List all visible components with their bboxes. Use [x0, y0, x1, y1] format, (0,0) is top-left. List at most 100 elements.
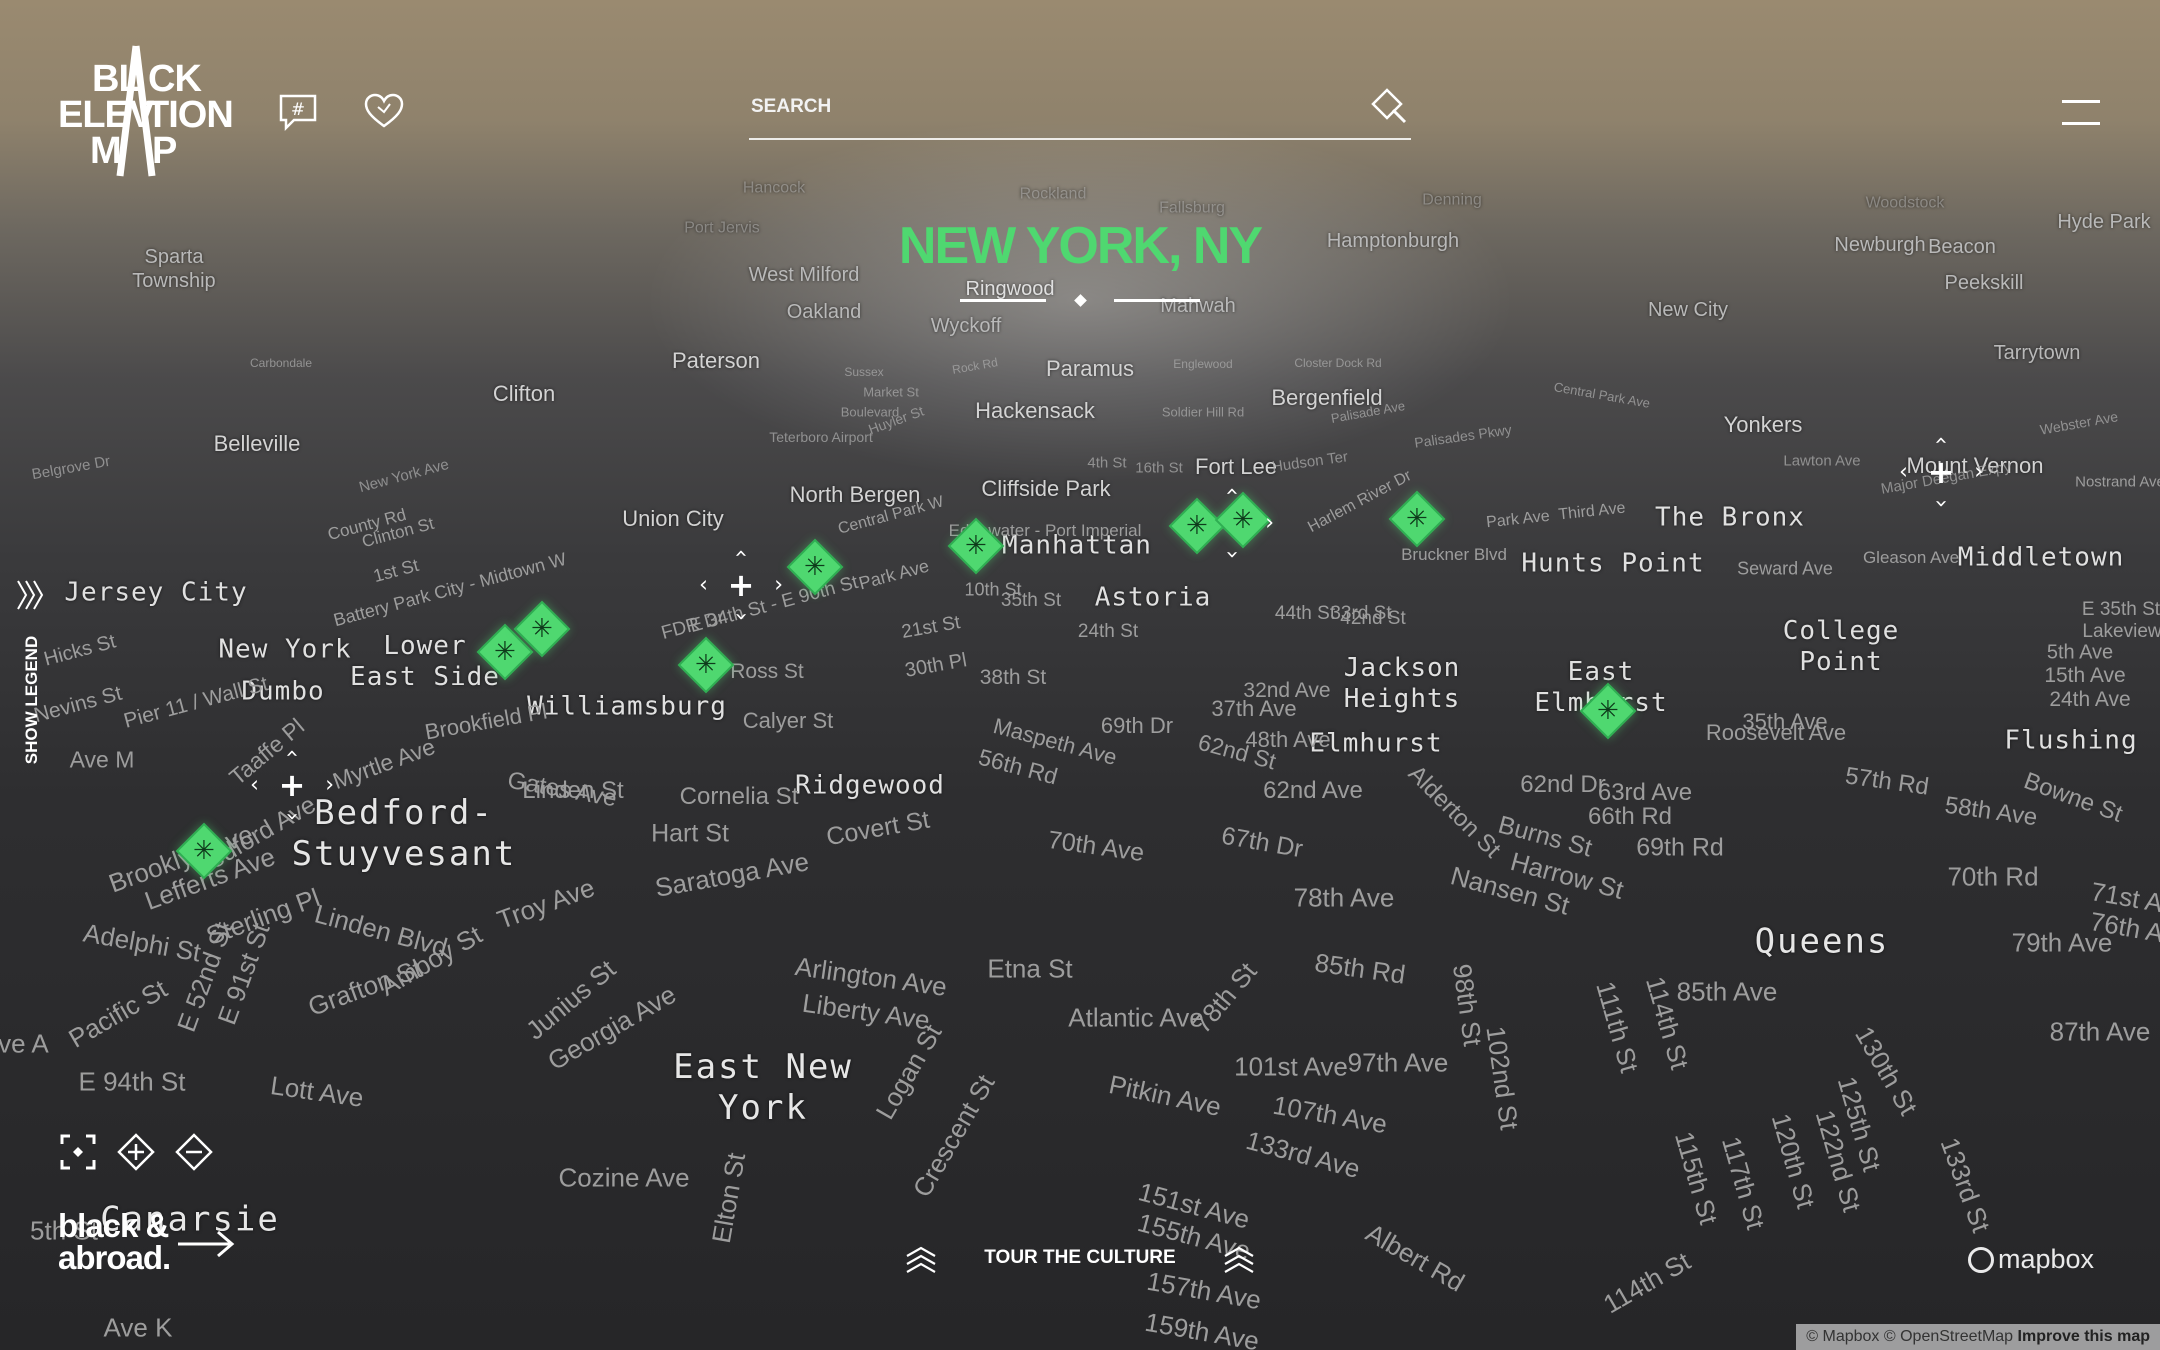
recenter-button[interactable] [58, 1132, 98, 1172]
mapbox-logo[interactable]: mapbox [1968, 1244, 2094, 1275]
street-label: Bruckner Blvd [1401, 545, 1507, 564]
chevron-up-icon[interactable]: › [729, 549, 754, 558]
street-label: 69th Dr [1100, 713, 1174, 738]
brand-line: abroad. [58, 1239, 171, 1276]
place-label: Rockland [1019, 185, 1087, 203]
street-label: Hart St [651, 819, 729, 848]
place-label: Paramus [1045, 355, 1135, 381]
place-label: Hancock [742, 179, 806, 197]
cluster-pan-control[interactable]: › › › › + [1899, 432, 1983, 512]
street-label: 78th Ave [1293, 882, 1395, 913]
hamburger-line [2062, 100, 2100, 103]
street-label: Ave K [103, 1312, 173, 1343]
mapbox-copyright-link[interactable]: © Mapbox [1806, 1328, 1879, 1345]
show-legend-toggle[interactable]: SHOW LEGEND [14, 575, 50, 775]
plus-icon[interactable]: + [279, 766, 306, 804]
favorites-button[interactable] [364, 92, 404, 132]
street-label: 62nd Dr [1520, 771, 1606, 798]
plus-icon[interactable]: + [728, 566, 755, 604]
hashtag-chat-button[interactable]: # [278, 92, 318, 132]
place-label: Wyckoff [930, 315, 1002, 337]
place-label: Beacon [1928, 236, 1996, 258]
search-bar[interactable] [749, 80, 1411, 140]
street-label: 38th St [979, 666, 1047, 689]
street-label: 4th St [1087, 454, 1127, 472]
street-label: E 94th St [78, 1066, 186, 1097]
street-label: 42nd St [1340, 608, 1406, 629]
recenter-icon [60, 1134, 96, 1170]
search-button[interactable] [1367, 86, 1407, 126]
chevron-left-icon[interactable]: › [250, 773, 259, 798]
black-and-abroad-logo[interactable]: black & abroad. [58, 1209, 235, 1276]
street-label: Lawton Ave [1783, 452, 1861, 470]
place-label: Lower East SideLowerEast Side [350, 630, 500, 692]
place-label: Middletown [1957, 542, 2125, 573]
heart-icon [364, 93, 404, 128]
street-label: 16th St [1135, 459, 1183, 477]
city-title: NEW YORK, NY [898, 217, 1263, 275]
street-label: Closter Dock Rd [1294, 356, 1382, 370]
street-label: 24th St [1077, 621, 1139, 642]
black-elevation-map-logo[interactable]: BL CK ELEV TION M P [56, 44, 234, 184]
street-label: Sussex [844, 365, 884, 379]
place-label: Fort Lee [1195, 453, 1277, 479]
tour-next-button[interactable] [1222, 1244, 1256, 1274]
place-label: Hunts Point [1521, 548, 1705, 579]
chevron-down-icon[interactable]: › [1220, 550, 1245, 559]
street-label: Teterboro Airport [769, 429, 873, 445]
zoom-in-button[interactable] [116, 1132, 156, 1172]
search-input[interactable] [749, 86, 1353, 128]
menu-button[interactable] [2062, 98, 2102, 128]
tour-prev-button[interactable] [904, 1244, 938, 1274]
street-label: Cornelia St [679, 783, 799, 810]
chevron-up-icon[interactable]: › [1220, 487, 1245, 496]
triple-chevron-right-icon [17, 580, 44, 610]
street-label: 66th Rd [1587, 803, 1673, 830]
chevron-right-icon[interactable]: › [1265, 511, 1274, 536]
chevron-down-icon[interactable]: › [729, 612, 754, 621]
chevron-right-icon[interactable]: › [1974, 460, 1983, 485]
street-label: Market St [863, 384, 919, 400]
improve-map-link[interactable]: Improve this map [2018, 1328, 2150, 1345]
place-label: Yonkers [1723, 411, 1803, 437]
chevron-up-icon[interactable]: › [280, 749, 305, 758]
place-label: Peekskill [1944, 272, 2024, 294]
street-label: 15th Ave [2044, 664, 2126, 687]
chevron-down-icon[interactable]: › [1929, 499, 1954, 508]
chevron-left-icon[interactable]: › [1899, 460, 1908, 485]
zoom-out-button[interactable] [174, 1132, 214, 1172]
divider-line [1114, 299, 1200, 302]
street-label: Lakeview [2082, 621, 2160, 642]
logo-word: P [152, 130, 177, 172]
triple-chevron-up-icon [906, 1246, 936, 1273]
osm-copyright-link[interactable]: © OpenStreetMap [1884, 1328, 2013, 1345]
street-label: E 35th St [2081, 599, 2160, 620]
street-label: 85th Ave [1676, 976, 1778, 1007]
place-label: Jackson HeightsJacksonHeights [1343, 652, 1461, 714]
place-label: Ridgewood [795, 770, 945, 801]
street-label: 87th Ave [2049, 1016, 2151, 1047]
place-label: Sparta TownshipSpartaTownship [132, 246, 216, 292]
place-label: Hamptonburgh [1326, 230, 1460, 252]
chevron-left-icon[interactable]: › [699, 573, 708, 598]
chevron-up-icon[interactable]: › [1929, 436, 1954, 445]
chevron-right-icon[interactable]: › [325, 773, 334, 798]
street-label: Roosevelt Ave [1705, 720, 1847, 745]
zoom-in-icon [117, 1133, 155, 1171]
tour-the-culture-button[interactable]: TOUR THE CULTURE [984, 1247, 1175, 1269]
chevron-down-icon[interactable]: › [280, 812, 305, 821]
chevron-right-icon[interactable]: › [774, 573, 783, 598]
cluster-pan-control[interactable]: › › › › + [250, 745, 334, 825]
place-label: Port Jervis [684, 219, 760, 237]
street-label: Calyer St [742, 708, 834, 733]
street-label: 44th St [1274, 603, 1336, 624]
plane-arrow-icon [178, 1230, 235, 1258]
plus-icon[interactable]: + [1928, 453, 1955, 491]
street-label: Ross St [730, 660, 804, 683]
cluster-pan-control[interactable]: › › › › + [699, 545, 783, 625]
map-canvas[interactable]: Sparta TownshipSpartaTownship Hancock Port… [0, 0, 2160, 1350]
cluster-pan-control[interactable]: › › › [1192, 483, 1275, 563]
divider-diamond-icon [1074, 294, 1087, 307]
place-label: Tarrytown [1993, 342, 2081, 364]
place-label: Clifton [492, 380, 556, 406]
